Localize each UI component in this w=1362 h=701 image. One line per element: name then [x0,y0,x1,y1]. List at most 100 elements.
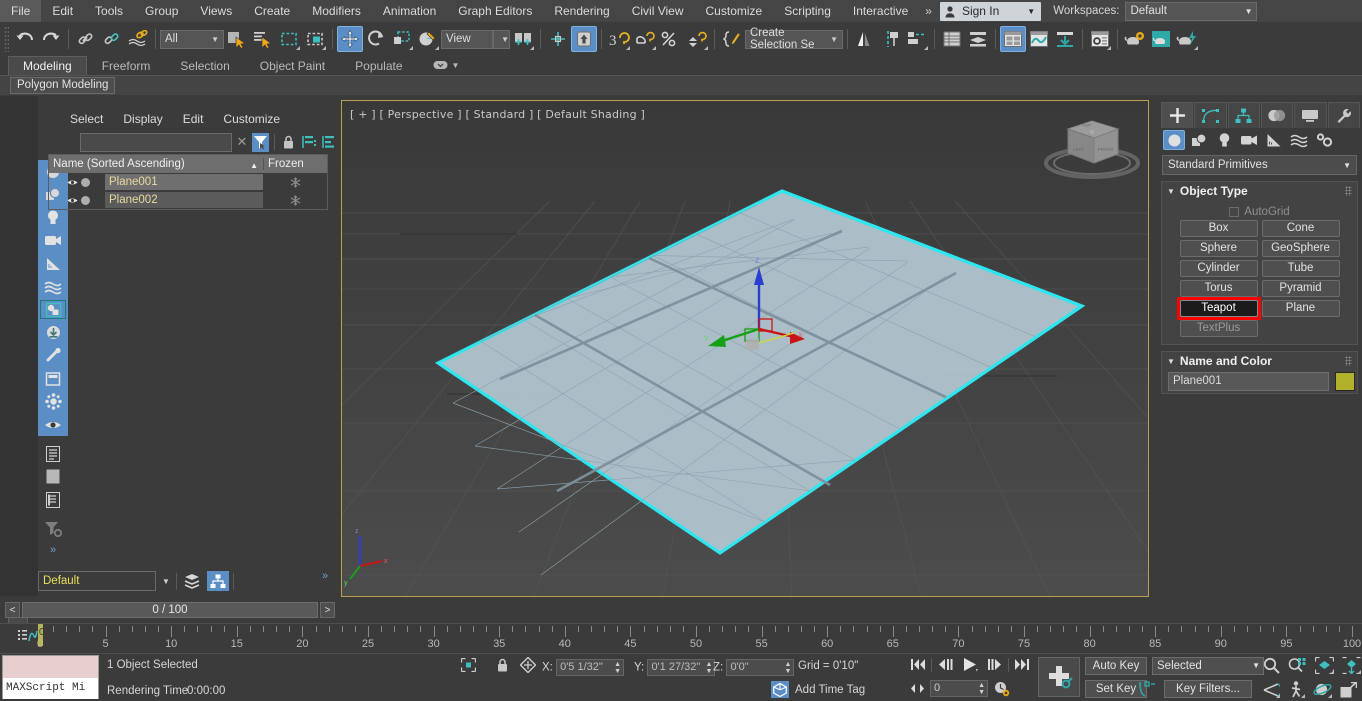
display-blank-button[interactable] [38,465,68,488]
table-row[interactable]: Plane001 [49,173,327,191]
autogrid-checkbox[interactable] [1229,207,1239,217]
hierarchy-tab[interactable] [1228,102,1260,128]
ribbon-minimize-button[interactable]: ▼ [418,56,475,75]
coord-x-input[interactable]: 0'5 1/32"▲▼ [556,659,624,676]
filter-particle-systems-button[interactable] [38,390,68,413]
coord-z-input[interactable]: 0'0"▲▼ [726,659,794,676]
time-slider[interactable]: < 0 / 100 > [5,601,335,619]
zoom-button[interactable] [1262,656,1281,675]
filter-cameras-button[interactable] [38,229,68,252]
previous-frame-button[interactable] [935,655,955,674]
tube-button[interactable]: Tube [1262,260,1340,277]
se-menu-customize[interactable]: Customize [213,112,290,126]
zoom-extents-button[interactable] [1314,656,1335,675]
use-pivot-point-center-icon[interactable] [510,26,536,52]
track-bar[interactable]: 0510152025303540455055606570758085909510… [0,623,1362,653]
menu-customize[interactable]: Customize [695,0,774,22]
advanced-filter-button[interactable] [38,517,68,540]
display-list-button[interactable] [38,488,68,511]
cylinder-button[interactable]: Cylinder [1180,260,1258,277]
play-animation-button[interactable] [958,655,982,674]
chevron-down-icon[interactable]: ▼ [1027,7,1035,16]
lock-selection-button[interactable] [280,133,297,152]
absolute-relative-transform-toggle[interactable] [519,657,536,673]
column-header-name[interactable]: Name (Sorted Ascending) ▲ [49,158,263,170]
utilities-tab[interactable] [1328,102,1360,128]
filter-groups-button[interactable] [38,298,68,321]
filter-bones-button[interactable] [38,344,68,367]
walk-through-button[interactable] [1287,680,1306,699]
key-filters-button[interactable]: Key Filters... [1164,680,1252,698]
display-tab[interactable] [1294,102,1326,128]
render-production-icon[interactable] [1122,26,1148,52]
key-mode-toggle-button[interactable] [908,680,926,697]
menu-tools[interactable]: Tools [84,0,134,22]
frozen-cell[interactable] [263,176,327,188]
coord-y-input[interactable]: 0'1 27/32"▲▼ [647,659,715,676]
selection-lock-toggle[interactable] [494,657,510,673]
expand-all-button[interactable] [301,133,318,152]
se-menu-edit[interactable]: Edit [173,112,214,126]
layer-list-button[interactable] [181,571,203,591]
auto-key-button[interactable]: Auto Key [1085,657,1147,675]
lights-button[interactable] [1213,130,1235,150]
frozen-cell[interactable] [263,194,327,206]
zoom-extents-all-button[interactable] [1341,656,1362,675]
perspective-viewport[interactable]: Z Y X z x y TOP LEFT F [341,100,1149,597]
zoom-all-button[interactable] [1287,656,1308,675]
select-and-link-icon[interactable] [73,26,99,52]
menu-file[interactable]: File [0,0,41,22]
ribbon-tab-populate[interactable]: Populate [340,56,417,75]
autogrid-row[interactable]: AutoGrid [1170,203,1349,220]
select-and-rotate-icon[interactable] [363,26,389,52]
primitive-category-dropdown[interactable]: Standard Primitives ▼ [1162,155,1357,175]
menu-create[interactable]: Create [243,0,301,22]
current-frame-readout[interactable]: 0 / 100 [22,602,318,618]
filter-toggle-button[interactable] [252,133,269,152]
maximize-viewport-toggle[interactable] [1339,680,1358,699]
slate-material-editor-icon[interactable] [1026,26,1052,52]
menu-overflow-icon[interactable]: » [919,4,938,18]
viewport-label[interactable]: [ + ] [ Perspective ] [ Standard ] [ Def… [350,108,645,121]
key-filters-toggle-icon[interactable] [1137,680,1159,698]
edit-named-selection-sets-icon[interactable] [719,26,745,52]
polygon-modeling-button[interactable]: Polygon Modeling [10,77,115,94]
select-object-icon[interactable] [224,26,250,52]
align-icon[interactable] [878,26,904,52]
object-name-input[interactable]: Plane001 [1168,372,1329,391]
select-and-scale-icon[interactable] [389,26,415,52]
select-and-manipulate-icon[interactable] [571,26,597,52]
eye-icon[interactable] [67,196,78,205]
field-of-view-button[interactable] [1262,680,1281,699]
goto-end-button[interactable] [1012,655,1032,674]
spinner-icon[interactable]: ▲▼ [978,682,985,696]
render-setup-icon[interactable] [1052,26,1078,52]
time-configuration-button[interactable] [992,680,1012,697]
undo-button[interactable] [12,26,38,52]
prev-frame-button[interactable]: < [5,602,20,618]
bind-to-space-warp-icon[interactable] [125,26,151,52]
spinner-icon[interactable]: ▲▼ [785,661,792,675]
ribbon-tab-selection[interactable]: Selection [165,56,244,75]
toggle-scene-explorer-icon[interactable] [939,26,965,52]
textplus-button[interactable]: TextPlus [1180,320,1258,337]
layer-explorer-icon[interactable] [904,26,930,52]
open-mini-curve-editor-button[interactable] [18,627,38,645]
coord-system-dropdown[interactable]: ▼ [493,30,510,49]
column-header-frozen[interactable]: Frozen [263,158,327,170]
spinner-icon[interactable]: ▲▼ [706,661,713,675]
ribbon-tab-modeling[interactable]: Modeling [8,56,87,75]
ribbon-tab-object-paint[interactable]: Object Paint [245,56,340,75]
reference-coordinate-combo[interactable]: View [441,30,493,49]
select-and-move-icon[interactable] [337,26,363,52]
systems-button[interactable] [1313,130,1335,150]
eye-icon[interactable] [67,178,78,187]
render-toggle-icon[interactable] [81,196,90,205]
chevron-down-icon[interactable]: ▼ [160,577,172,586]
se-menu-select[interactable]: Select [60,112,113,126]
filter-overflow-icon[interactable]: » [38,544,68,556]
next-frame-button[interactable] [985,655,1005,674]
table-row[interactable]: Plane002 [49,191,327,209]
filter-containers-button[interactable] [38,367,68,390]
workspace-combo[interactable]: Default ▼ [1125,2,1257,21]
